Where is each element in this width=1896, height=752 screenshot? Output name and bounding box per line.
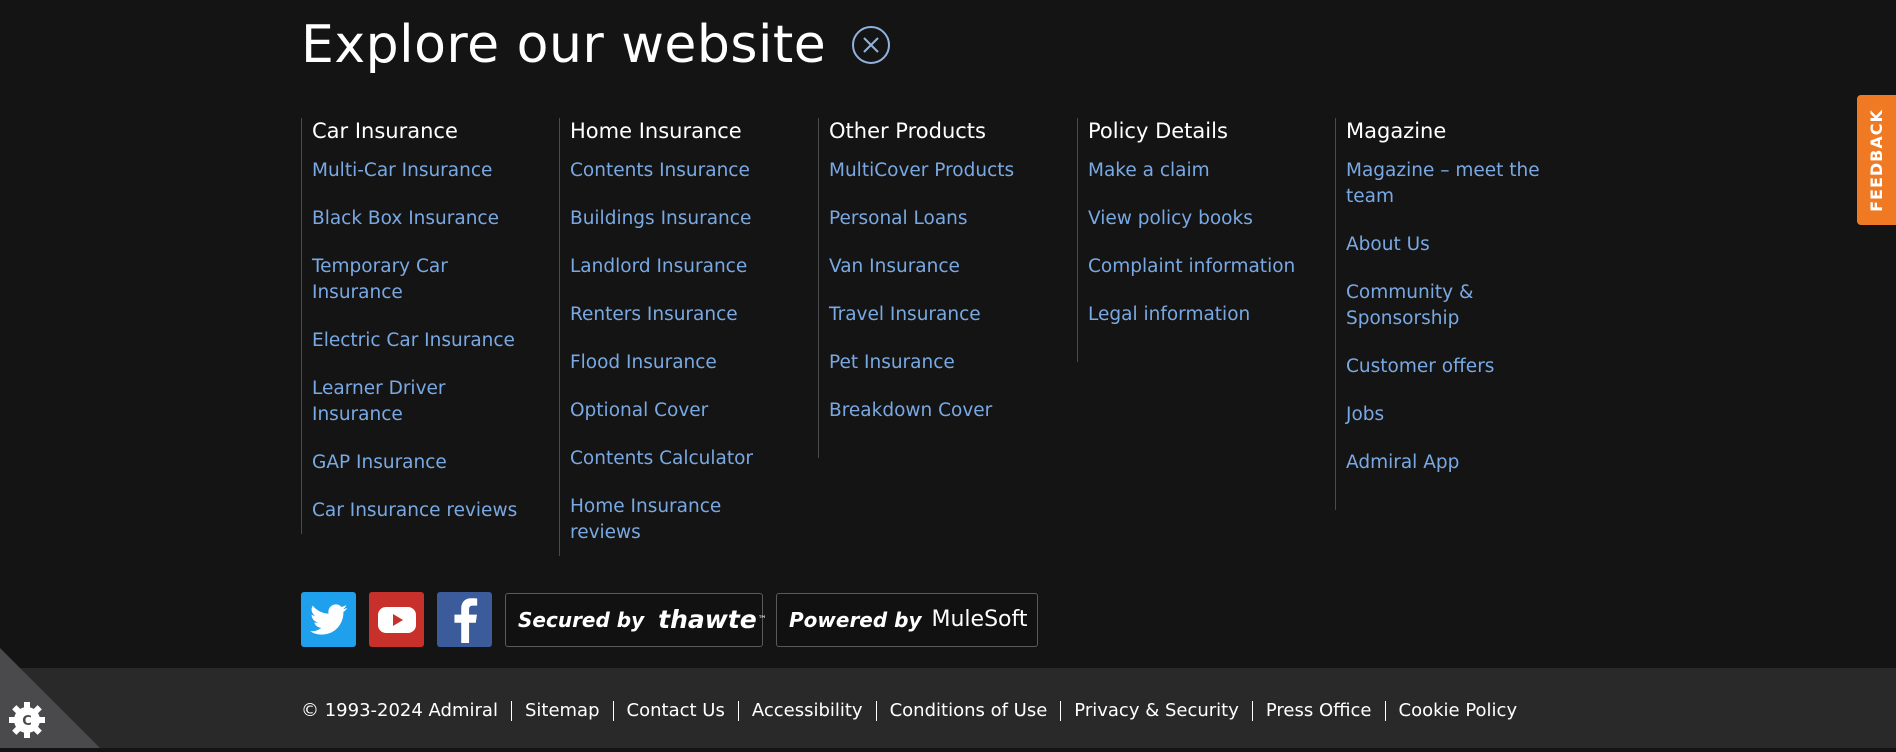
footer-link[interactable]: Complaint information [1088, 254, 1315, 280]
footer-link[interactable]: Personal Loans [829, 206, 1056, 232]
cookie-settings-icon: C [0, 648, 100, 748]
title-row: Explore our website [301, 10, 891, 80]
divider [737, 700, 739, 721]
twitter-button[interactable] [301, 592, 356, 647]
footer-link[interactable]: Buildings Insurance [570, 206, 797, 232]
footer-link[interactable]: Temporary Car Insurance [312, 254, 539, 306]
column-magazine: Magazine Magazine – meet the team About … [1335, 118, 1573, 510]
footer-link[interactable]: Optional Cover [570, 398, 797, 424]
accessibility-link[interactable]: Accessibility [752, 700, 863, 721]
svg-text:C: C [22, 714, 32, 729]
close-icon [863, 37, 880, 53]
divider [1251, 700, 1253, 721]
footer-link[interactable]: Flood Insurance [570, 350, 797, 376]
powered-by-label: Powered by [789, 607, 922, 632]
facebook-icon [453, 597, 477, 643]
footer-link[interactable]: Learner Driver Insurance [312, 376, 539, 428]
footer-link[interactable]: Pet Insurance [829, 350, 1056, 376]
mulesoft-seal[interactable]: Powered by MuleSoft [776, 592, 1038, 647]
footer-link[interactable]: Contents Calculator [570, 446, 797, 472]
divider [510, 700, 512, 721]
facebook-button[interactable] [437, 592, 492, 647]
footer-link[interactable]: Legal information [1088, 302, 1315, 328]
sitemap-link[interactable]: Sitemap [525, 700, 600, 721]
feedback-label: FEEDBACK [1867, 108, 1887, 212]
copyright-text: © 1993-2024 Admiral [301, 700, 498, 721]
footer-link[interactable]: Electric Car Insurance [312, 328, 539, 354]
footer-link[interactable]: Travel Insurance [829, 302, 1056, 328]
explore-section: Explore our website Car Insurance Multi-… [0, 0, 1896, 668]
footer-link[interactable]: Black Box Insurance [312, 206, 539, 232]
contact-us-link[interactable]: Contact Us [627, 700, 725, 721]
close-button[interactable] [852, 26, 891, 64]
divider [1060, 700, 1062, 721]
footer-link[interactable]: Renters Insurance [570, 302, 797, 328]
footer-link[interactable]: Contents Insurance [570, 158, 797, 184]
column-heading: Home Insurance [570, 119, 742, 143]
divider [875, 700, 877, 721]
divider [1384, 700, 1386, 721]
thawte-brand: thawte [658, 605, 757, 634]
conditions-of-use-link[interactable]: Conditions of Use [890, 700, 1048, 721]
column-policy-details: Policy Details Make a claim View policy … [1077, 118, 1315, 362]
footer-link[interactable]: Admiral App [1346, 450, 1573, 476]
footer-link[interactable]: Multi-Car Insurance [312, 158, 539, 184]
column-heading: Policy Details [1088, 119, 1228, 143]
thawte-seal[interactable]: Secured by t thawte™ [505, 592, 767, 647]
youtube-icon [377, 606, 416, 633]
column-heading: Magazine [1346, 119, 1447, 143]
legal-bar: © 1993-2024 Admiral Sitemap Contact Us A… [0, 668, 1896, 748]
footer-link[interactable]: GAP Insurance [312, 450, 539, 476]
footer-link[interactable]: View policy books [1088, 206, 1315, 232]
footer-link[interactable]: Jobs [1346, 402, 1573, 428]
column-heading: Other Products [829, 119, 986, 143]
cookie-settings-button[interactable]: C [0, 648, 100, 748]
column-other-products: Other Products MultiCover Products Perso… [818, 118, 1056, 458]
cookie-policy-link[interactable]: Cookie Policy [1399, 700, 1518, 721]
footer-link[interactable]: Breakdown Cover [829, 398, 1056, 424]
footer-link[interactable]: Car Insurance reviews [312, 498, 539, 524]
column-car-insurance: Car Insurance Multi-Car Insurance Black … [301, 118, 539, 534]
youtube-button[interactable] [369, 592, 424, 647]
page-title: Explore our website [301, 15, 827, 75]
privacy-security-link[interactable]: Privacy & Security [1074, 700, 1239, 721]
footer-link[interactable]: Landlord Insurance [570, 254, 797, 280]
twitter-icon [309, 603, 347, 635]
footer-link[interactable]: Customer offers [1346, 354, 1573, 380]
footer-link[interactable]: About Us [1346, 232, 1573, 258]
footer-link[interactable]: Home Insurance reviews [570, 494, 797, 546]
press-office-link[interactable]: Press Office [1266, 700, 1372, 721]
footer-link[interactable]: Community & Sponsorship [1346, 280, 1573, 332]
footer-link[interactable]: Make a claim [1088, 158, 1315, 184]
secured-by-label: Secured by [518, 607, 645, 632]
column-heading: Car Insurance [312, 119, 458, 143]
divider [612, 700, 614, 721]
badges-row: Secured by t thawte™ Powered by MuleSoft [301, 592, 1051, 647]
feedback-tab[interactable]: FEEDBACK [1857, 95, 1896, 225]
column-home-insurance: Home Insurance Contents Insurance Buildi… [559, 118, 797, 556]
footer-link[interactable]: MultiCover Products [829, 158, 1056, 184]
footer-link[interactable]: Magazine – meet the team [1346, 158, 1573, 210]
legal-links: © 1993-2024 Admiral Sitemap Contact Us A… [301, 700, 1517, 721]
mulesoft-brand: MuleSoft [931, 607, 1028, 632]
footer-link[interactable]: Van Insurance [829, 254, 1056, 280]
